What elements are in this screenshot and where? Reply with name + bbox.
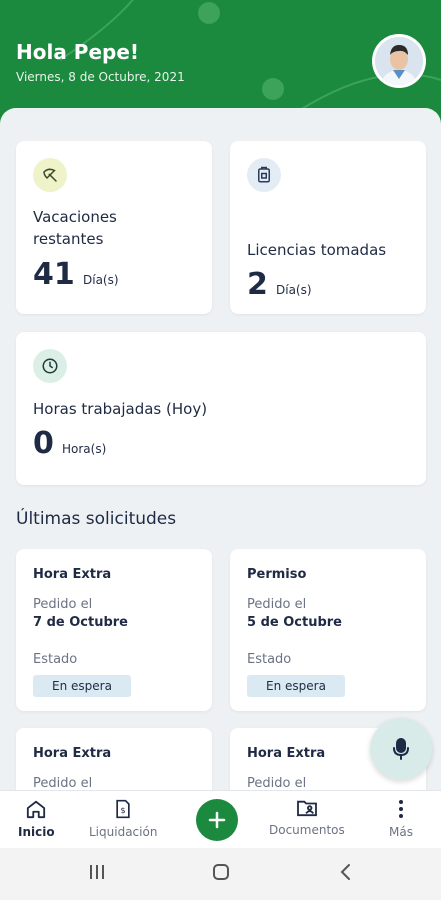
nav-label: Más [389,825,413,839]
request-type: Hora Extra [33,567,112,582]
vacations-unit: Día(s) [83,273,119,287]
licenses-title: Licencias tomadas [247,241,387,259]
recent-apps-icon[interactable] [88,862,106,882]
request-card[interactable]: Permiso Pedido el 5 de Octubre Estado En… [230,549,426,711]
request-date-label: Pedido el [33,776,93,791]
microphone-icon [393,738,409,760]
main-content: Vacaciones restantes 41 Día(s) Licencias… [0,108,441,808]
request-card[interactable]: Hora Extra Pedido el 7 de Octubre Estado… [16,549,212,711]
hours-value: 0 [33,426,54,461]
back-icon[interactable] [338,862,352,882]
licenses-unit: Día(s) [276,283,312,297]
system-navigation-bar [0,848,441,900]
vacations-value: 41 [33,257,75,292]
add-button[interactable] [196,799,238,841]
avatar[interactable] [372,34,426,88]
nav-label: Liquidación [89,825,158,839]
nav-item-inicio[interactable]: Inicio [18,799,55,839]
request-date: 7 de Octubre [33,615,128,630]
licenses-card[interactable]: Licencias tomadas 2 Día(s) [230,141,426,314]
greeting: Hola Pepe! [16,40,140,64]
document-icon [247,158,281,192]
vacations-card[interactable]: Vacaciones restantes 41 Día(s) [16,141,212,314]
request-date-label: Pedido el [247,597,307,612]
hours-unit: Hora(s) [62,442,107,456]
request-date: 5 de Octubre [247,615,342,630]
request-type: Permiso [247,567,307,582]
home-icon [27,800,46,819]
status-badge: En espera [247,675,345,697]
more-vertical-icon [398,800,403,818]
request-state-label: Estado [247,652,292,667]
receipt-icon: $ [116,799,130,819]
nav-item-documentos[interactable]: Documentos [269,799,345,837]
current-date: Viernes, 8 de Octubre, 2021 [16,70,185,84]
nav-item-mas[interactable]: Más [389,799,413,839]
requests-section-title: Últimas solicitudes [16,509,177,529]
nav-label: Inicio [18,825,55,839]
request-state-label: Estado [33,652,78,667]
home-system-icon[interactable] [211,862,231,882]
licenses-value: 2 [247,267,268,302]
request-date-label: Pedido el [33,597,93,612]
request-type: Hora Extra [33,746,112,761]
bottom-navigation: Inicio $ Liquidación Documentos Más [0,790,441,848]
umbrella-icon [33,158,67,192]
hours-card[interactable]: Horas trabajadas (Hoy) 0 Hora(s) [16,332,426,485]
folder-icon [296,800,317,817]
avatar-photo [375,37,423,85]
voice-button[interactable] [370,718,432,780]
plus-icon [208,811,226,829]
status-badge: En espera [33,675,131,697]
nav-item-liquidacion[interactable]: $ Liquidación [89,799,157,839]
nav-label: Documentos [269,823,345,837]
clock-icon [33,349,67,383]
request-type: Hora Extra [247,746,326,761]
request-date-label: Pedido el [247,776,307,791]
hours-title: Horas trabajadas (Hoy) [33,400,208,418]
svg-text:$: $ [121,805,126,815]
vacations-title: Vacaciones restantes [33,208,117,248]
